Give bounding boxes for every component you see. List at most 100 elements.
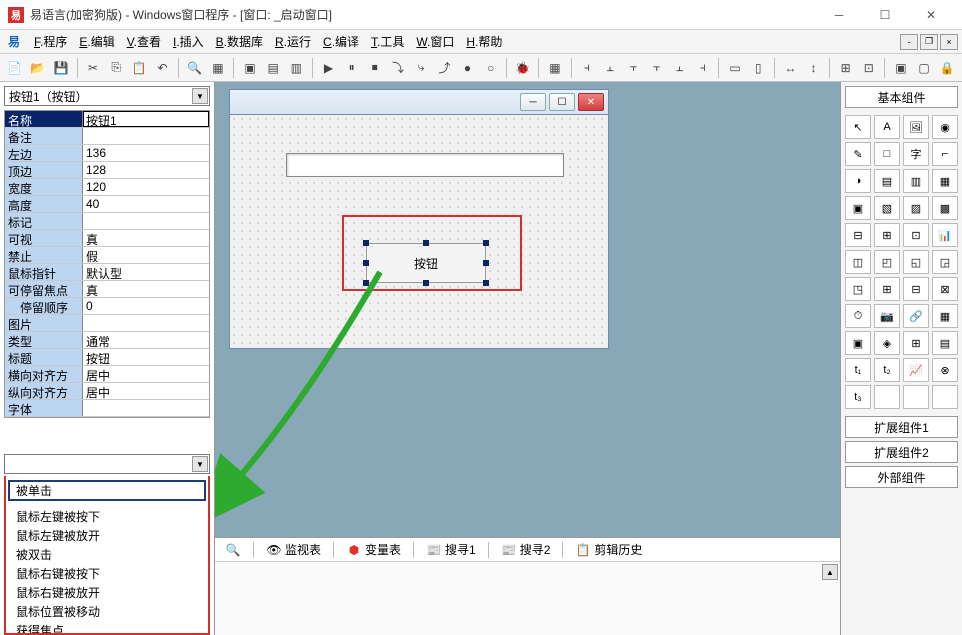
open-icon[interactable]: 📂 [27, 57, 48, 79]
button-control[interactable]: 按钮 [366, 243, 486, 283]
palette-component[interactable]: ⊟ [845, 223, 871, 247]
event-item[interactable]: 获得焦点 [8, 621, 206, 635]
event-item[interactable]: 鼠标左键被放开 [8, 526, 206, 545]
center2-icon[interactable]: ⊡ [858, 57, 879, 79]
palette-component[interactable]: ⊟ [903, 277, 929, 301]
palette-component[interactable]: ↖ [845, 115, 871, 139]
center1-icon[interactable]: ⊞ [835, 57, 856, 79]
property-grid[interactable]: 名称按钮1备注左边136顶边128宽度120高度40标记可视真禁止假鼠标指针默认… [4, 110, 210, 418]
property-row[interactable]: 鼠标指针默认型 [5, 264, 209, 281]
property-value[interactable]: 120 [83, 179, 209, 195]
palette-component[interactable]: A [874, 115, 900, 139]
palette-component[interactable]: ⊞ [874, 277, 900, 301]
property-value[interactable]: 真 [83, 230, 209, 246]
menu-item[interactable]: T.工具 [365, 30, 410, 53]
menu-item[interactable]: C.编译 [317, 30, 365, 53]
event-selector[interactable]: ▼ [4, 454, 210, 474]
resize-handle[interactable] [363, 280, 369, 286]
property-row[interactable]: 高度40 [5, 196, 209, 213]
menu-item[interactable]: E.编辑 [73, 30, 120, 53]
palette-component[interactable] [874, 385, 900, 409]
property-row[interactable]: 标记 [5, 213, 209, 230]
send-back-icon[interactable]: ▢ [914, 57, 935, 79]
event-item[interactable]: 被双击 [8, 545, 206, 564]
copy-icon[interactable]: ⎘ [106, 57, 127, 79]
tab-variables[interactable]: ⬢变量表 [342, 539, 405, 560]
save-icon[interactable]: 💾 [50, 57, 71, 79]
property-row[interactable]: 可停留焦点真 [5, 281, 209, 298]
step-into-icon[interactable]: ⤷ [411, 57, 432, 79]
align-center-icon[interactable]: ⫠ [600, 57, 621, 79]
menu-item[interactable]: R.运行 [269, 30, 317, 53]
event-item-selected[interactable]: 被单击 [8, 480, 206, 501]
palette-component[interactable]: ◳ [845, 277, 871, 301]
form-close-button[interactable]: ✕ [578, 93, 604, 111]
property-row[interactable]: 横向对齐方式居中 [5, 366, 209, 383]
property-row[interactable]: 备注 [5, 128, 209, 145]
palette-component[interactable]: ⏱ [845, 304, 871, 328]
event-item[interactable]: 鼠标位置被移动 [8, 602, 206, 621]
event-item[interactable]: 鼠标右键被按下 [8, 564, 206, 583]
form-maximize-button[interactable]: ☐ [549, 93, 575, 111]
menu-item[interactable]: H.帮助 [460, 30, 508, 53]
palette-component[interactable]: t₂ [874, 358, 900, 382]
palette-component[interactable]: ▣ [845, 196, 871, 220]
property-row[interactable]: 类型通常 [5, 332, 209, 349]
property-value[interactable]: 居中 [83, 366, 209, 382]
cut-icon[interactable]: ✂ [82, 57, 103, 79]
property-row[interactable]: 宽度120 [5, 179, 209, 196]
event-item[interactable]: 鼠标左键被按下 [8, 507, 206, 526]
resize-handle[interactable] [363, 240, 369, 246]
palette-component[interactable]: ◱ [903, 250, 929, 274]
palette-component[interactable]: ◑ [845, 169, 871, 193]
step-out-icon[interactable]: ⤴ [434, 57, 455, 79]
debug-icon[interactable]: 🐞 [512, 57, 533, 79]
space1-icon[interactable]: ↔ [780, 57, 801, 79]
palette-component[interactable]: ▨ [903, 196, 929, 220]
tab-search2[interactable]: 📰搜寻2 [497, 539, 555, 560]
property-value[interactable]: 默认型 [83, 264, 209, 280]
palette-component[interactable]: ▣ [845, 331, 871, 355]
size2-icon[interactable]: ▯ [748, 57, 769, 79]
chevron-down-icon[interactable]: ▼ [192, 88, 208, 104]
palette-component[interactable]: t₁ [845, 358, 871, 382]
tool2-icon[interactable]: ▤ [263, 57, 284, 79]
textbox-control[interactable] [286, 153, 564, 177]
property-value[interactable] [83, 128, 209, 144]
property-value[interactable]: 通常 [83, 332, 209, 348]
property-row[interactable]: 图片 [5, 315, 209, 332]
property-row[interactable]: 标题按钮 [5, 349, 209, 366]
palette-component[interactable]: ⊞ [874, 223, 900, 247]
menu-item[interactable]: F.程序 [28, 30, 73, 53]
property-value[interactable]: 真 [83, 281, 209, 297]
palette-component[interactable]: ⊗ [932, 358, 958, 382]
menu-item[interactable]: B.数据库 [210, 30, 269, 53]
palette-component[interactable]: ▦ [932, 169, 958, 193]
menu-item[interactable]: I.插入 [167, 30, 210, 53]
property-value[interactable]: 居中 [83, 383, 209, 399]
palette-component[interactable]: ◉ [932, 115, 958, 139]
resize-handle[interactable] [483, 280, 489, 286]
pause-icon[interactable]: ⏸ [341, 57, 362, 79]
resize-handle[interactable] [423, 280, 429, 286]
paste-icon[interactable]: 📋 [129, 57, 150, 79]
palette-group-ext2[interactable]: 扩展组件2 [845, 441, 958, 463]
property-value[interactable]: 按钮1 [83, 111, 209, 127]
align-bot-icon[interactable]: ⫞ [692, 57, 713, 79]
palette-component[interactable]: ▧ [874, 196, 900, 220]
align-mid-icon[interactable]: ⫠ [669, 57, 690, 79]
event-item[interactable]: 鼠标右键被放开 [8, 583, 206, 602]
property-value[interactable]: 40 [83, 196, 209, 212]
chevron-down-icon[interactable]: ▼ [192, 456, 208, 472]
palette-component[interactable]: t₃ [845, 385, 871, 409]
property-row[interactable]: 字体 [5, 400, 209, 417]
form-body[interactable]: 按钮 [229, 115, 609, 349]
palette-component[interactable]: ▤ [874, 169, 900, 193]
palette-component[interactable]: ⊡ [903, 223, 929, 247]
component-selector[interactable]: 按钮1（按钮） ▼ [4, 86, 210, 106]
property-value[interactable]: 按钮 [83, 349, 209, 365]
palette-component[interactable]: ◲ [932, 250, 958, 274]
step-over-icon[interactable]: ⤵ [387, 57, 408, 79]
palette-component[interactable]: ▥ [903, 169, 929, 193]
breakpoint2-icon[interactable]: ○ [480, 57, 501, 79]
